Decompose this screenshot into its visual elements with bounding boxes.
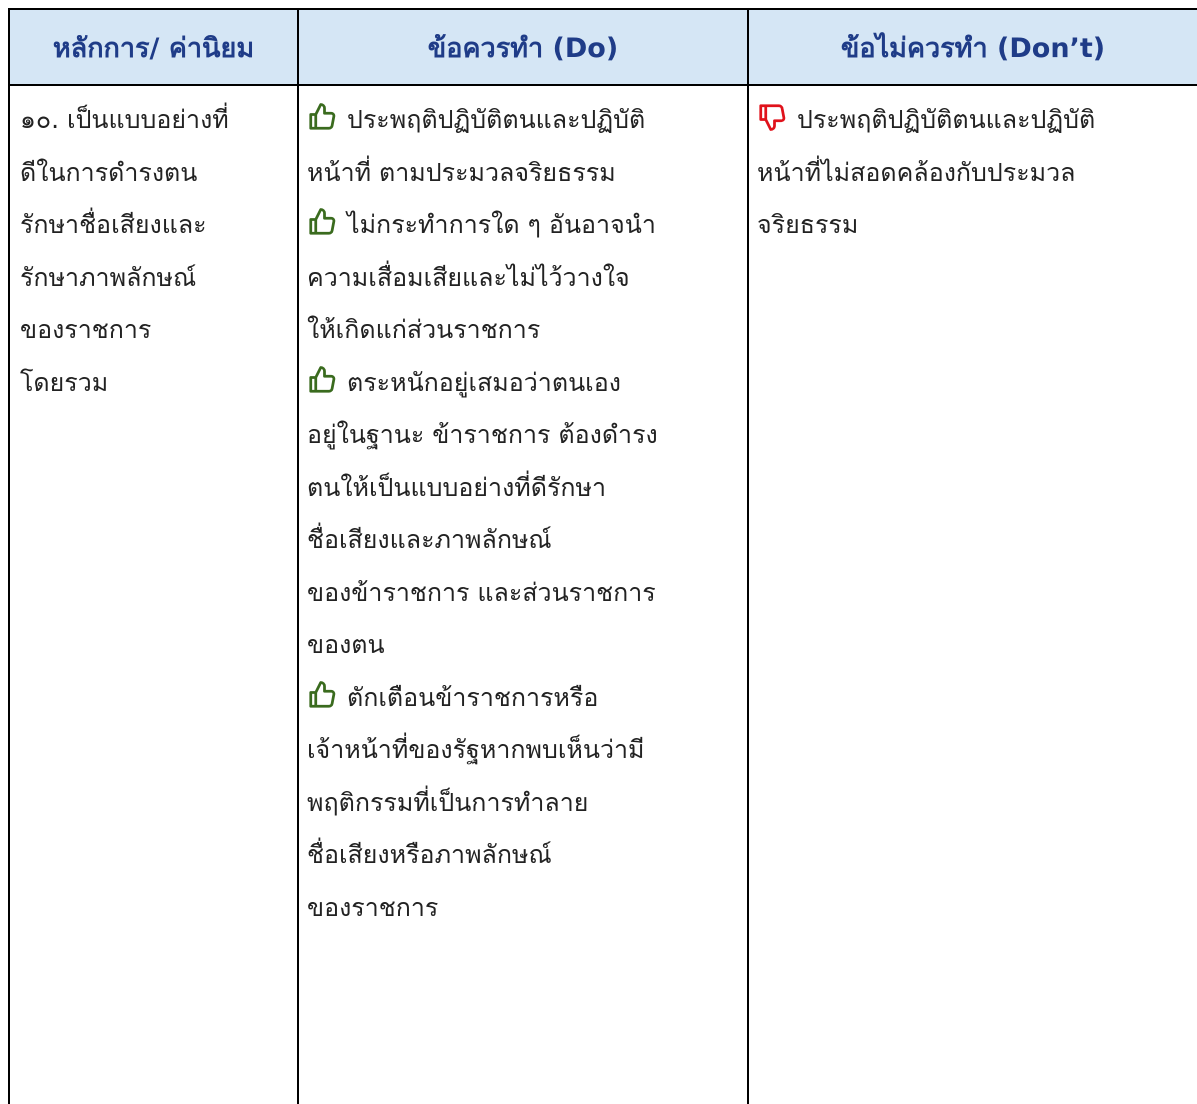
header-principle: หลักการ/ ค่านิยม	[8, 8, 299, 86]
cell-text-line: ตระหนักอยู่เสมอว่าตนเอง	[307, 357, 739, 410]
cell-text-line: โดยรวม	[20, 367, 109, 397]
cell-text-line: ดีในการดำรงตน	[20, 157, 198, 187]
cell-text-line: ตนให้เป็นแบบอย่างที่ดีรักษา	[307, 472, 607, 502]
cell-text-line: ประพฤติปฏิบัติตนและปฏิบัติ	[757, 94, 1189, 147]
do-item: ไม่กระทำการใด ๆ อันอาจนำความเสื่อมเสียแล…	[307, 199, 739, 357]
cell-text-line: เจ้าหน้าที่ของรัฐหากพบเห็นว่ามี	[307, 735, 645, 764]
cell-text-line: ตักเตือนข้าราชการหรือ	[307, 672, 739, 725]
cell-text-line: ความเสื่อมเสียและไม่ไว้วางใจ	[307, 262, 630, 292]
cell-text-line: ให้เกิดแก่ส่วนราชการ	[307, 315, 541, 344]
thumbs-down-icon	[757, 102, 787, 132]
thumbs-up-icon	[307, 102, 337, 132]
dont-item: ประพฤติปฏิบัติตนและปฏิบัติหน้าที่ไม่สอดค…	[757, 94, 1189, 252]
do-item: ตักเตือนข้าราชการหรือเจ้าหน้าที่ของรัฐหา…	[307, 672, 739, 935]
cell-text-line: จริยธรรม	[757, 210, 859, 239]
cell-text-line: พฤติกรรมที่เป็นการทำลาย	[307, 787, 589, 817]
cell-text-line: ประพฤติปฏิบัติตนและปฏิบัติ	[307, 94, 739, 147]
table-row: ๑๐. เป็นแบบอย่างที่ดีในการดำรงตนรักษาชื่…	[8, 84, 1197, 1104]
do-item: ตระหนักอยู่เสมอว่าตนเองอยู่ในฐานะ ข้าราช…	[307, 357, 739, 672]
cell-text-line: รักษาชื่อเสียงและ	[20, 210, 207, 239]
principle-cell: ๑๐. เป็นแบบอย่างที่ดีในการดำรงตนรักษาชื่…	[8, 84, 299, 1104]
cell-text-line: ไม่กระทำการใด ๆ อันอาจนำ	[307, 199, 739, 252]
cell-text-line: ของตน	[307, 630, 385, 659]
cell-text-line: หน้าที่ ตามประมวลจริยธรรม	[307, 157, 616, 187]
header-dont: ข้อไม่ควรทำ (Don’t)	[747, 8, 1197, 86]
do-item: ประพฤติปฏิบัติตนและปฏิบัติหน้าที่ ตามประ…	[307, 94, 739, 199]
cell-text-line: ของราชการ	[20, 315, 152, 344]
header-do: ข้อควรทำ (Do)	[297, 8, 749, 86]
do-cell: ประพฤติปฏิบัติตนและปฏิบัติหน้าที่ ตามประ…	[297, 84, 749, 1104]
cell-text-line: ชื่อเสียงหรือภาพลักษณ์	[307, 840, 552, 869]
ethics-table: หลักการ/ ค่านิยม ข้อควรทำ (Do) ข้อไม่ควร…	[8, 8, 1197, 1104]
cell-text-line: ชื่อเสียงและภาพลักษณ์	[307, 525, 552, 554]
cell-text-line: ๑๐. เป็นแบบอย่างที่	[20, 105, 229, 134]
thumbs-up-icon	[307, 207, 337, 237]
dont-cell: ประพฤติปฏิบัติตนและปฏิบัติหน้าที่ไม่สอดค…	[747, 84, 1197, 1104]
header-row: หลักการ/ ค่านิยม ข้อควรทำ (Do) ข้อไม่ควร…	[8, 8, 1197, 86]
thumbs-up-icon	[307, 680, 337, 710]
cell-text-line: ของราชการ	[307, 892, 439, 922]
cell-text-line: รักษาภาพลักษณ์	[20, 262, 197, 292]
cell-text-line: อยู่ในฐานะ ข้าราชการ ต้องดำรง	[307, 420, 658, 449]
cell-text-line: หน้าที่ไม่สอดคล้องกับประมวล	[757, 157, 1076, 187]
thumbs-up-icon	[307, 365, 337, 395]
cell-text-line: ของข้าราชการ และส่วนราชการ	[307, 577, 656, 607]
